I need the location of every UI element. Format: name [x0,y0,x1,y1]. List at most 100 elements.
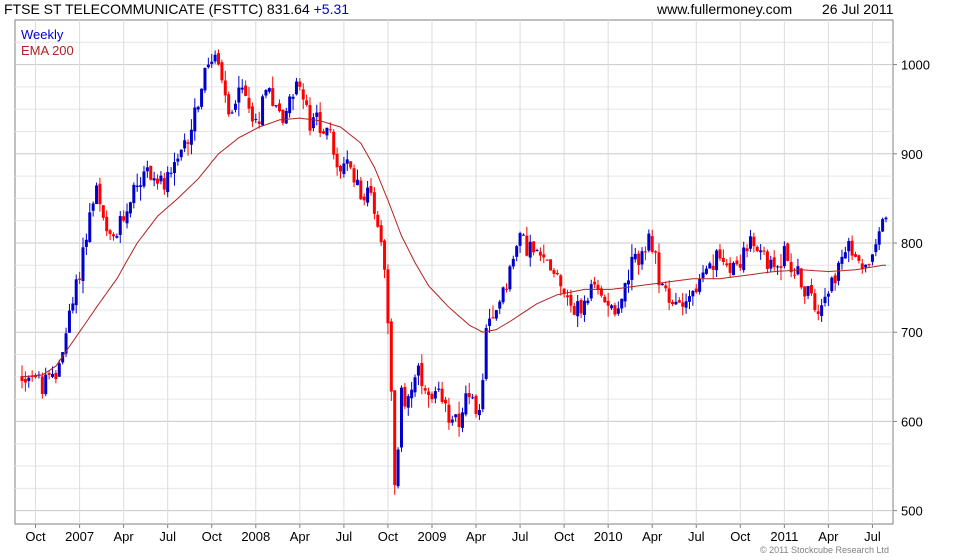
weekly-candle [210,61,214,64]
weekly-candle [769,259,773,269]
weekly-candle [674,301,678,305]
weekly-candle [196,106,200,110]
weekly-candle [803,286,807,297]
weekly-candle [308,105,312,131]
weekly-candle [247,97,251,109]
weekly-candle [793,274,797,276]
weekly-candle [111,234,115,237]
weekly-candle [874,244,878,253]
weekly-candle [142,171,146,187]
weekly-candle [518,233,522,246]
weekly-candle [460,412,464,428]
weekly-candle [291,96,295,99]
weekly-candle [843,252,847,259]
weekly-candle [816,311,820,315]
y-tick-label: 700 [901,325,923,340]
weekly-candle [342,163,346,175]
weekly-candle [423,388,427,391]
weekly-candle [288,96,292,114]
weekly-candle [57,363,61,377]
weekly-candle [738,264,742,268]
weekly-candle [294,81,298,95]
weekly-candle [159,175,163,182]
weekly-candle [186,142,190,144]
weekly-candle [782,246,786,267]
x-tick-label: Apr [114,529,135,544]
weekly-candle [328,129,332,131]
weekly-candle [139,185,143,187]
weekly-candle [823,296,827,304]
weekly-candle [579,299,583,314]
weekly-candle [101,205,105,218]
x-tick-label: 2010 [594,529,623,544]
weekly-candle [867,263,871,265]
weekly-candle [748,236,752,249]
weekly-candle [684,301,688,308]
weekly-candle [806,286,810,296]
weekly-candle [23,378,27,383]
weekly-candle [318,112,322,134]
weekly-candle [189,129,193,145]
weekly-candle [752,236,756,247]
weekly-candle [515,246,519,257]
weekly-candle [637,253,641,266]
weekly-candle [108,230,112,234]
weekly-candle [654,251,658,253]
weekly-candle [399,387,403,448]
weekly-candle [799,268,803,288]
weekly-candle [166,172,170,193]
weekly-candle [349,161,353,168]
weekly-candle [413,377,417,393]
weekly-candle [376,214,380,227]
weekly-candle [105,216,109,232]
weekly-candle [430,393,434,400]
weekly-candle [566,295,570,298]
weekly-candle [250,106,254,122]
weekly-candle [633,253,637,260]
weekly-candle [586,300,590,304]
weekly-candle [694,288,698,293]
weekly-candle [271,88,275,106]
x-tick-label: Oct [202,529,223,544]
weekly-candle [786,243,790,261]
weekly-candle [183,140,187,149]
weekly-candle [610,305,614,309]
weekly-candle [481,380,485,410]
weekly-candle [244,85,248,96]
weekly-candle [447,404,451,423]
weekly-candle [389,321,393,392]
weekly-candle [47,372,51,375]
weekly-candle [467,393,471,398]
weekly-candle [352,168,356,183]
weekly-candle [701,272,705,278]
weekly-candle [410,389,414,399]
weekly-candle [742,247,746,271]
x-tick-label: 2008 [241,529,270,544]
weekly-candle [433,391,437,399]
x-tick-label: Oct [25,529,46,544]
y-axis: 500 600 700 800 900 1000 [893,58,930,519]
weekly-candle [156,178,160,184]
weekly-candle [454,414,458,418]
weekly-candle [826,293,830,297]
weekly-candle [149,165,153,180]
x-tick-label: Jul [159,529,176,544]
weekly-candle [711,265,715,270]
weekly-candle [538,251,542,256]
weekly-candle [444,399,448,404]
weekly-candle [650,236,654,252]
weekly-candle [745,248,749,252]
weekly-candle [264,89,268,96]
weekly-candle [542,254,546,258]
x-tick-label: Oct [730,529,751,544]
weekly-candle [589,284,593,299]
weekly-candle [660,283,664,286]
weekly-candle [508,266,512,290]
weekly-candle [217,53,221,65]
x-tick-label: 2011 [770,529,798,544]
weekly-candle [860,263,864,269]
weekly-candle [681,302,685,307]
weekly-candle [315,112,319,117]
weekly-candle [664,285,668,289]
x-tick-label: Jul [512,529,529,544]
